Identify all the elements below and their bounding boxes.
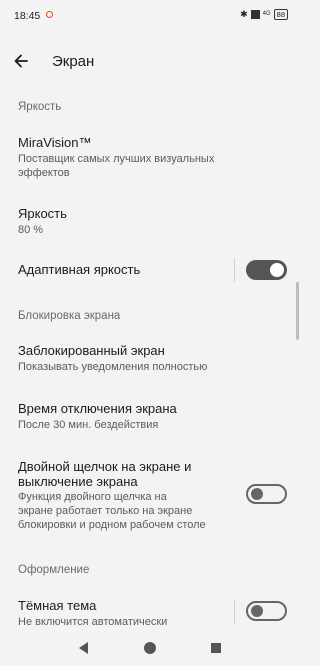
brightness-item[interactable]: Яркость 80 % [0, 200, 292, 240]
triangle-back-icon [79, 642, 88, 654]
section-header-brightness: Яркость [18, 101, 62, 113]
navigation-bar [0, 630, 300, 666]
miravision-title: MiraVision™ [18, 135, 92, 150]
adaptive-brightness-item[interactable]: Адаптивная яркость [0, 254, 292, 286]
miravision-item[interactable]: MiraVision™ Поставщик самых лучших визуа… [0, 128, 292, 184]
miravision-subtitle-line1: Поставщик самых лучших визуальных [18, 153, 215, 165]
toggle-knob [270, 263, 284, 277]
brightness-value: 80 % [18, 224, 44, 236]
settings-list[interactable]: Яркость MiraVision™ Поставщик самых лучш… [0, 0, 300, 630]
dark-theme-toggle[interactable] [246, 601, 287, 621]
circle-home-icon [144, 642, 156, 654]
adaptive-brightness-title: Адаптивная яркость [18, 262, 141, 277]
lockscreen-item[interactable]: Заблокированный экран Показывать уведомл… [0, 336, 292, 376]
adaptive-brightness-toggle[interactable] [246, 260, 287, 280]
dark-theme-title: Тёмная тема [18, 598, 97, 613]
brightness-title: Яркость [18, 206, 67, 221]
lockscreen-title: Заблокированный экран [18, 343, 165, 358]
nav-home-button[interactable] [142, 640, 158, 656]
square-recent-icon [211, 643, 221, 653]
miravision-subtitle-line2: эффектов [18, 167, 70, 179]
dark-theme-item[interactable]: Тёмная тема Не включится автоматически [0, 592, 292, 630]
scrollbar[interactable] [296, 282, 299, 340]
double-tap-item[interactable]: Двойной щелчок на экране и выключение эк… [0, 452, 292, 536]
double-tap-subtitle-line2: экране работает только на экране [18, 505, 193, 517]
double-tap-toggle[interactable] [246, 484, 287, 504]
nav-back-button[interactable] [76, 640, 92, 656]
divider [234, 258, 235, 282]
toggle-knob [251, 488, 263, 500]
screen-timeout-item[interactable]: Время отключения экрана После 30 мин. бе… [0, 394, 292, 434]
section-header-style: Оформление [18, 564, 90, 576]
screen-timeout-subtitle: После 30 мин. бездействия [18, 419, 159, 431]
screen-timeout-title: Время отключения экрана [18, 401, 177, 416]
section-header-lock: Блокировка экрана [18, 310, 121, 322]
double-tap-subtitle-line1: Функция двойного щелчка на [18, 491, 167, 503]
dark-theme-subtitle: Не включится автоматически [18, 616, 168, 628]
divider [234, 599, 235, 623]
lockscreen-subtitle: Показывать уведомления полностью [18, 361, 208, 373]
toggle-knob [251, 605, 263, 617]
nav-recent-button[interactable] [208, 640, 224, 656]
double-tap-title-line2: выключение экрана [18, 474, 138, 489]
double-tap-subtitle-line3: блокировки и родном рабочем столе [18, 519, 206, 531]
